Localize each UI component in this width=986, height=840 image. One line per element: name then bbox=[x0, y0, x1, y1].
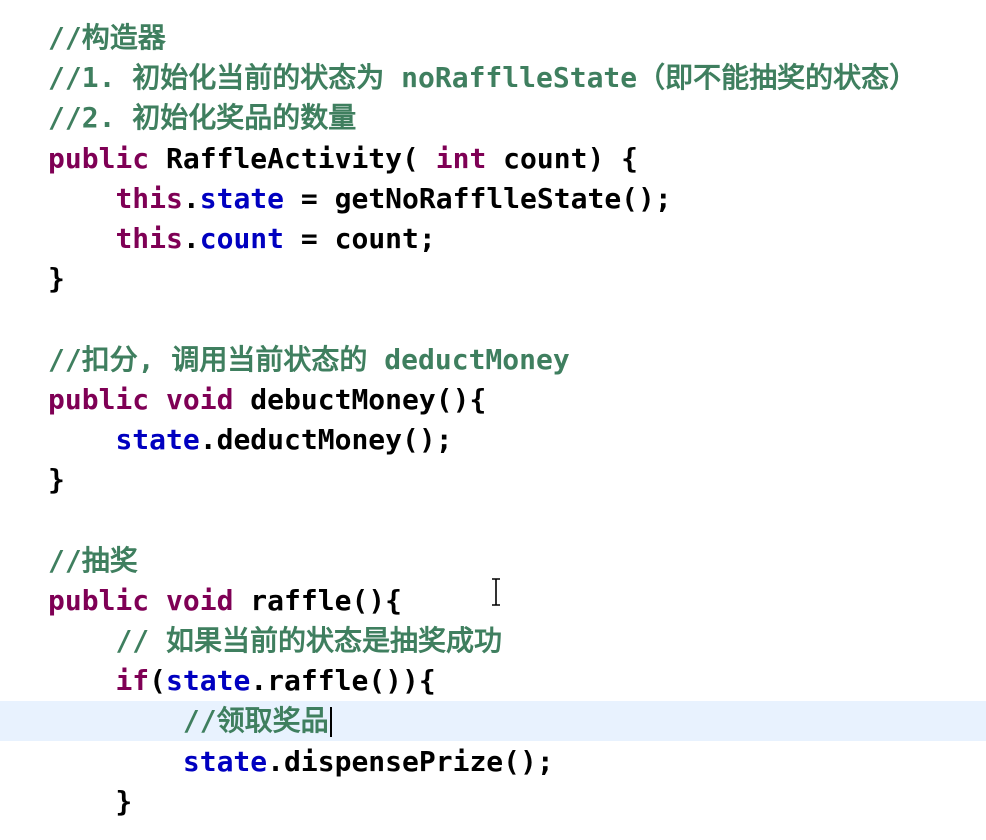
code-line[interactable]: state.deductMoney(); bbox=[0, 420, 453, 460]
code-line[interactable]: public RaffleActivity( int count) { bbox=[0, 139, 638, 179]
code-token-comment: // 如果当前的状态是抽奖成功 bbox=[115, 624, 503, 657]
code-token-plain: count) { bbox=[503, 141, 639, 175]
code-token-plain: .deductMoney(); bbox=[199, 423, 453, 456]
code-token-comment: //抽奖 bbox=[48, 543, 138, 577]
code-token-plain: = getNoRafflleState(); bbox=[284, 181, 672, 215]
code-line[interactable]: } bbox=[0, 782, 132, 822]
code-token-comment: //扣分, 调用当前状态的 deductMoney bbox=[48, 342, 570, 376]
code-line[interactable]: this.state = getNoRafflleState(); bbox=[0, 179, 672, 219]
code-token-plain: = count; bbox=[284, 222, 436, 255]
code-line[interactable]: //扣分, 调用当前状态的 deductMoney bbox=[0, 340, 570, 380]
code-token-kw: this bbox=[115, 181, 183, 215]
code-token-comment: //1. 初始化当前的状态为 noRafflleState（即不能抽奖的状态） bbox=[48, 61, 918, 95]
code-line[interactable] bbox=[0, 299, 48, 339]
code-token-comment: //2. 初始化奖品的数量 bbox=[48, 101, 357, 135]
code-line[interactable]: public void debuctMoney(){ bbox=[0, 380, 486, 420]
code-line[interactable]: //2. 初始化奖品的数量 bbox=[0, 98, 356, 138]
code-token-field: state bbox=[166, 664, 251, 698]
code-token-plain: debuctMoney(){ bbox=[250, 382, 487, 416]
text-caret bbox=[329, 707, 332, 738]
code-token-plain: . bbox=[182, 181, 200, 215]
code-token-plain: } bbox=[48, 784, 133, 818]
code-token-kw: this bbox=[115, 222, 183, 255]
code-line[interactable] bbox=[0, 500, 48, 540]
code-token-field: state bbox=[199, 181, 285, 215]
code-token-plain: ( bbox=[149, 664, 167, 698]
code-line[interactable]: this.count = count; bbox=[0, 219, 436, 259]
code-token-plain: .dispensePrize(); bbox=[267, 744, 554, 778]
code-line[interactable]: } bbox=[0, 259, 65, 299]
code-token-field: count bbox=[199, 222, 285, 255]
code-token-kw: public void bbox=[48, 583, 251, 617]
code-token-comment: //领取奖品 bbox=[182, 704, 329, 738]
code-token-field: state bbox=[115, 423, 200, 456]
code-token-plain: raffle(){ bbox=[250, 583, 403, 617]
code-token-comment: //构造器 bbox=[48, 21, 166, 54]
code-token-field: state bbox=[182, 744, 268, 778]
code-line[interactable]: //抽奖 bbox=[0, 541, 138, 581]
code-line[interactable]: if(state.raffle()){ bbox=[0, 661, 436, 701]
code-line[interactable]: // 如果当前的状态是抽奖成功 bbox=[0, 621, 502, 661]
code-token-plain: . bbox=[182, 222, 200, 255]
code-editor[interactable]: //构造器 //1. 初始化当前的状态为 noRafflleState（即不能抽奖… bbox=[0, 0, 986, 840]
code-token-kw: public void bbox=[48, 382, 251, 416]
code-token-kw: if bbox=[115, 664, 150, 698]
code-line[interactable]: } bbox=[0, 460, 65, 500]
code-token-kw: int bbox=[435, 141, 504, 175]
code-line[interactable]: //1. 初始化当前的状态为 noRafflleState（即不能抽奖的状态） bbox=[0, 58, 917, 98]
text-cursor-icon bbox=[492, 578, 500, 606]
code-line[interactable]: state.dispensePrize(); bbox=[0, 742, 554, 782]
code-line[interactable]: public void raffle(){ bbox=[0, 581, 402, 621]
code-line[interactable]: //领取奖品 bbox=[0, 701, 986, 742]
code-token-plain: .raffle()){ bbox=[250, 664, 436, 698]
code-token-kw: public bbox=[48, 141, 167, 175]
code-token-plain: } bbox=[48, 463, 65, 497]
code-token-plain: RaffleActivity( bbox=[166, 141, 436, 175]
code-line[interactable]: //构造器 bbox=[0, 18, 166, 58]
code-token-plain: } bbox=[48, 262, 65, 296]
